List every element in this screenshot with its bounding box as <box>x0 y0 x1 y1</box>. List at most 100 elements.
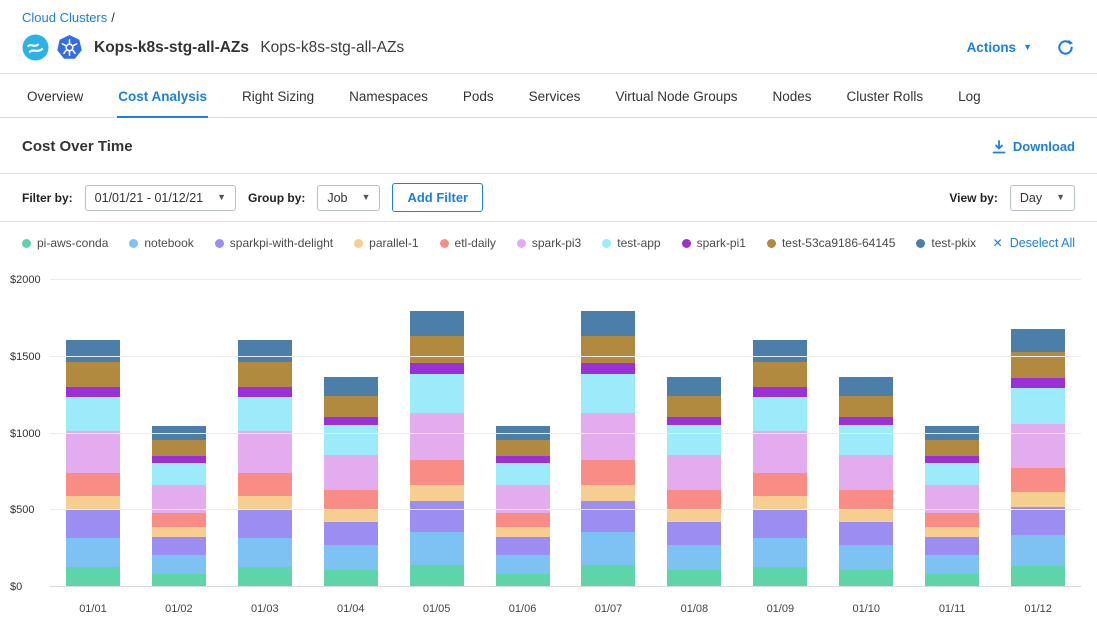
bar-segment-sparkpi-with-delight <box>410 501 464 531</box>
bar-segment-spark-pi1 <box>324 417 378 425</box>
legend-item-sparkpi-with-delight[interactable]: sparkpi-with-delight <box>215 236 333 250</box>
tab-cost-analysis[interactable]: Cost Analysis <box>117 74 208 118</box>
stacked-bar-01/12[interactable] <box>1011 280 1065 587</box>
stacked-bar-01/05[interactable] <box>410 280 464 587</box>
date-range-select[interactable]: 01/01/21 - 01/12/21 ▼ <box>85 185 236 211</box>
legend-item-test-pkix[interactable]: test-pkix <box>916 236 976 250</box>
tab-namespaces[interactable]: Namespaces <box>348 74 429 117</box>
deselect-all-label: Deselect All <box>1010 236 1075 250</box>
y-tick-label: $0 <box>10 581 22 593</box>
legend-item-pi-aws-conda[interactable]: pi-aws-conda <box>22 236 108 250</box>
stacked-bar-01/03[interactable] <box>238 280 292 587</box>
legend-item-test-app[interactable]: test-app <box>602 236 660 250</box>
actions-button[interactable]: Actions ▼ <box>967 40 1032 55</box>
tab-nodes[interactable]: Nodes <box>772 74 813 117</box>
stacked-bar-01/09[interactable] <box>753 280 807 587</box>
bar-segment-test-app <box>581 374 635 413</box>
tab-virtual-node-groups[interactable]: Virtual Node Groups <box>614 74 738 117</box>
bar-slot <box>995 280 1081 587</box>
date-range-value: 01/01/21 - 01/12/21 <box>95 191 203 205</box>
tab-services[interactable]: Services <box>528 74 582 117</box>
stacked-bar-01/07[interactable] <box>581 280 635 587</box>
bar-segment-test-53ca9186-64145 <box>238 362 292 387</box>
bar-slot <box>909 280 995 587</box>
bar-segment-test-pkix <box>753 340 807 362</box>
download-button[interactable]: Download <box>992 139 1075 154</box>
stacked-bar-01/04[interactable] <box>324 280 378 587</box>
stacked-bar-01/01[interactable] <box>66 280 120 587</box>
bar-segment-test-app <box>1011 388 1065 424</box>
bar-segment-notebook <box>839 545 893 570</box>
x-tick-label: 01/04 <box>308 594 394 615</box>
gridline <box>50 356 1081 357</box>
bar-segment-spark-pi1 <box>1011 378 1065 388</box>
bar-segment-spark-pi3 <box>667 455 721 491</box>
legend-item-etl-daily[interactable]: etl-daily <box>440 236 496 250</box>
legend-label: pi-aws-conda <box>37 236 108 250</box>
bar-segment-parallel-1 <box>753 496 807 511</box>
legend-dot-icon <box>602 239 611 248</box>
tab-right-sizing[interactable]: Right Sizing <box>241 74 315 117</box>
legend-label: notebook <box>144 236 193 250</box>
legend-item-parallel-1[interactable]: parallel-1 <box>354 236 418 250</box>
tab-overview[interactable]: Overview <box>26 74 84 117</box>
tab-log[interactable]: Log <box>957 74 982 117</box>
legend-items: pi-aws-conda notebook sparkpi-with-delight… <box>22 236 976 250</box>
legend-label: etl-daily <box>455 236 496 250</box>
stacked-bar-01/10[interactable] <box>839 280 893 587</box>
legend-dot-icon <box>517 239 526 248</box>
gridline <box>50 586 1081 587</box>
tab-cluster-rolls[interactable]: Cluster Rolls <box>846 74 925 117</box>
bar-segment-test-53ca9186-64145 <box>925 440 979 456</box>
legend-item-spark-pi1[interactable]: spark-pi1 <box>682 236 746 250</box>
group-by-select[interactable]: Job ▼ <box>317 185 380 211</box>
stacked-bar-01/06[interactable] <box>496 280 550 587</box>
legend-item-notebook[interactable]: notebook <box>129 236 193 250</box>
bar-segment-test-pkix <box>1011 329 1065 352</box>
x-tick-label: 01/12 <box>995 594 1081 615</box>
bar-segment-spark-pi3 <box>324 455 378 491</box>
bar-segment-spark-pi1 <box>581 363 635 374</box>
bar-segment-notebook <box>1011 535 1065 566</box>
deselect-all-button[interactable]: ✕ Deselect All <box>993 236 1075 250</box>
actions-label: Actions <box>967 40 1017 55</box>
legend: pi-aws-conda notebook sparkpi-with-delight… <box>0 222 1097 256</box>
tab-pods[interactable]: Pods <box>462 74 495 117</box>
bar-segment-sparkpi-with-delight <box>66 510 120 537</box>
bar-segment-spark-pi3 <box>410 413 464 460</box>
gridline <box>50 433 1081 434</box>
stacked-bar-01/08[interactable] <box>667 280 721 587</box>
add-filter-button[interactable]: Add Filter <box>392 183 483 212</box>
group-by-value: Job <box>327 191 347 205</box>
view-by-select[interactable]: Day ▼ <box>1010 185 1075 211</box>
bar-slot <box>566 280 652 587</box>
stacked-bar-01/02[interactable] <box>152 280 206 587</box>
download-label: Download <box>1013 139 1075 154</box>
breadcrumb-link[interactable]: Cloud Clusters <box>22 10 107 25</box>
stacked-bar-01/11[interactable] <box>925 280 979 587</box>
bar-slot <box>136 280 222 587</box>
bar-segment-test-app <box>925 463 979 486</box>
bar-segment-notebook <box>925 555 979 574</box>
chevron-down-icon: ▼ <box>362 193 371 202</box>
bar-slot <box>737 280 823 587</box>
bar-segment-parallel-1 <box>496 527 550 537</box>
x-tick-label: 01/09 <box>737 594 823 615</box>
legend-item-test-53ca9186-64145[interactable]: test-53ca9186-64145 <box>767 236 895 250</box>
bar-segment-spark-pi1 <box>667 417 721 425</box>
bar-segment-sparkpi-with-delight <box>667 522 721 545</box>
bar-segment-test-app <box>66 397 120 432</box>
refresh-icon[interactable] <box>1056 38 1075 57</box>
legend-item-spark-pi3[interactable]: spark-pi3 <box>517 236 581 250</box>
bar-slot <box>50 280 136 587</box>
page-header: Kops-k8s-stg-all-AZs Kops-k8s-stg-all-AZ… <box>0 27 1097 74</box>
chevron-down-icon: ▼ <box>1023 43 1032 52</box>
x-tick-label: 01/05 <box>394 594 480 615</box>
legend-label: spark-pi3 <box>532 236 581 250</box>
legend-label: parallel-1 <box>369 236 418 250</box>
bar-segment-spark-pi3 <box>753 431 807 473</box>
bar-segment-pi-aws-conda <box>581 565 635 587</box>
bar-segment-notebook <box>324 545 378 570</box>
bar-segment-test-pkix <box>324 377 378 396</box>
bar-segment-test-app <box>753 397 807 432</box>
